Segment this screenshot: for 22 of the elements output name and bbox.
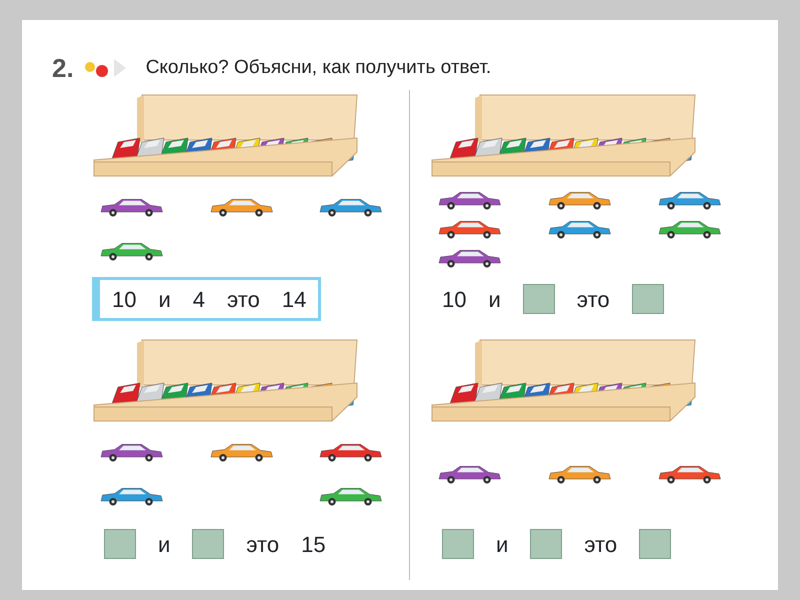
word-text: и	[158, 530, 170, 558]
instruction-text: Сколько? Объясни, как получить ответ.	[146, 56, 492, 80]
answer-box[interactable]	[522, 284, 555, 314]
answer-box[interactable]	[104, 529, 136, 559]
word-text: это	[584, 530, 618, 558]
answer-box[interactable]	[632, 284, 664, 314]
answer-box[interactable]	[530, 529, 562, 559]
number-text: 10	[442, 286, 466, 314]
exercise-number: 2.	[52, 52, 74, 84]
word-text: и	[496, 530, 508, 558]
number-text: 10	[112, 286, 136, 314]
word-text: и	[158, 286, 171, 314]
number-text: 15	[301, 530, 326, 558]
answer-box[interactable]	[442, 529, 474, 559]
word-text: это	[246, 530, 280, 558]
answer-box[interactable]	[639, 529, 672, 559]
number-text: 4	[192, 286, 206, 314]
word-text: и	[488, 286, 501, 314]
answer-box[interactable]	[192, 529, 224, 559]
word-text: это	[227, 286, 260, 314]
word-text: это	[576, 286, 610, 314]
number-text: 14	[282, 286, 306, 314]
